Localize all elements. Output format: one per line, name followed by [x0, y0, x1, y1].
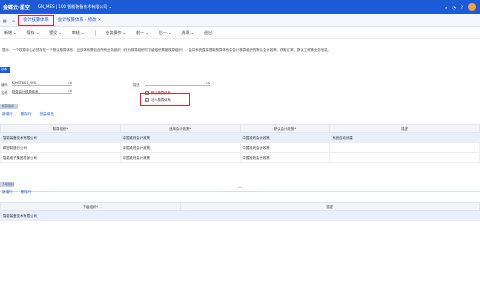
code-label: 编码 — [1, 83, 8, 87]
code-lang-tag: CN — [67, 81, 72, 85]
col-header[interactable]: 描述 — [179, 202, 480, 211]
tab-bar: ▦ ⌂ 会计核算体系 会计核算体系 - 修改 × — [0, 14, 480, 27]
delete-row-button[interactable]: 删除行 — [21, 112, 32, 117]
prev-button[interactable]: 前一 ⌄ — [136, 30, 149, 36]
batch-fill-button[interactable]: 批量填充 — [40, 112, 54, 117]
table-header: 核算组织* 适用会计政策* 默认会计政策* 描述 — [0, 124, 480, 133]
col-header[interactable]: 适用会计政策* — [119, 124, 241, 133]
highlight-frame — [140, 93, 190, 106]
tab-accounting-system[interactable]: 会计核算体系 — [18, 14, 54, 26]
table-cell[interactable]: 中国准则会计政策 — [239, 152, 331, 163]
delete-row-button[interactable]: 删除行 — [21, 190, 32, 195]
entry1-toolbar: 新增行 删除行 批量填充 — [0, 110, 54, 118]
col-header[interactable]: 下级组织* — [0, 202, 181, 211]
table-cell[interactable]: 精密制造分公司 — [0, 142, 121, 153]
home-icon[interactable]: ⌂ — [13, 18, 16, 23]
table-cell[interactable] — [179, 210, 480, 221]
accounting-orgs-table: 核算组织* 适用会计政策* 默认会计政策* 描述 智能装备技术有限公司 中国准则… — [0, 124, 480, 163]
table-row[interactable]: 智能装备技术有限公司 中国准则会计政策 中国准则会计政策 系统自动创建 — [0, 132, 480, 143]
desc-lang-tag: CN — [205, 81, 210, 85]
col-header[interactable]: 核算组织* — [0, 124, 121, 133]
name-label: 名称 — [1, 91, 8, 95]
name-field[interactable]: 财务会计核算体系 CN — [12, 89, 72, 94]
table-scrollbar[interactable]: ◂ ▸ — [0, 184, 480, 189]
table-cell[interactable]: 智能装备技术有限公司 — [0, 132, 121, 143]
save-button[interactable]: 保存 ⌄ — [27, 30, 40, 36]
grid-icon[interactable]: ▦ — [3, 18, 7, 23]
bell-icon[interactable]: ◔ — [452, 5, 456, 10]
section-accounting-orgs[interactable]: 核算组织 — [0, 104, 18, 109]
divider — [94, 30, 96, 36]
table-cell[interactable]: 智能电子集团总部公司 — [0, 152, 121, 163]
submit-button[interactable]: 提交 ⌄ — [49, 30, 62, 36]
audit-button[interactable]: 审核 ⌄ — [72, 30, 85, 36]
col-header[interactable]: 描述 — [329, 124, 480, 133]
col-header[interactable]: 默认会计政策* — [239, 124, 331, 133]
avatar[interactable] — [468, 3, 476, 11]
table-row[interactable]: 精密制造分公司 中国准则会计政策 中国准则会计政策 — [0, 142, 480, 153]
tab-accounting-system-edit[interactable]: 会计核算体系 - 修改 × — [54, 17, 106, 23]
table-cell[interactable] — [329, 152, 480, 163]
basic-form: 编码 KJHSTX01_SYS CN 名称 财务会计核算体系 CN 描述 CN … — [0, 79, 480, 104]
name-lang-tag: CN — [67, 89, 72, 93]
code-value: KJHSTX01_SYS — [12, 81, 37, 85]
code-field[interactable]: KJHSTX01_SYS CN — [12, 81, 72, 86]
next-button[interactable]: 后一 ⌄ — [159, 30, 172, 36]
table-cell[interactable]: 中国准则会计政策 — [239, 132, 331, 143]
table-cell[interactable]: 系统自动创建 — [329, 132, 480, 143]
table-row[interactable]: 智能电子集团总部公司 中国准则会计政策 中国准则会计政策 — [0, 152, 480, 163]
name-value: 财务会计核算体系 — [12, 90, 39, 94]
help-icon[interactable]: ? — [461, 5, 463, 10]
desc-field[interactable]: CN — [145, 81, 210, 86]
basic-section-chip[interactable]: 基本 — [0, 67, 10, 73]
org-selector[interactable]: GN_MES | 100 智能装备技术有限公司 ⌄ — [38, 4, 112, 10]
search-icon[interactable]: ⌕ — [445, 5, 447, 10]
hint-text: 提示：一个核算中心必须存在一个默认核算体系，且该体系需包含所有业务组织（作为核算… — [2, 47, 331, 52]
add-row-button[interactable]: 新增行 — [2, 112, 13, 117]
new-button[interactable]: 新增 ⌄ — [4, 30, 17, 36]
app-logo: 金蝶云·星空 — [3, 4, 30, 11]
table-header: 下级组织* 描述 — [0, 202, 480, 211]
table-cell[interactable]: 中国准则会计政策 — [239, 142, 331, 153]
business-ops-button[interactable]: 业务操作 ⌄ — [106, 30, 127, 36]
options-button[interactable]: 选项 ⌄ — [181, 30, 194, 36]
toolbar: 新增 ⌄ 保存 ⌄ 提交 ⌄ 审核 ⌄ 业务操作 ⌄ 前一 ⌄ 后一 ⌄ 选项 … — [0, 28, 480, 39]
table-cell[interactable]: 中国准则会计政策 — [119, 142, 241, 153]
exit-button[interactable]: 退出 — [204, 30, 212, 36]
table-cell[interactable]: 中国准则会计政策 — [119, 132, 241, 143]
top-bar: 金蝶云·星空 GN_MES | 100 智能装备技术有限公司 ⌄ ⌕ ◔ ? — [0, 0, 480, 14]
table-cell[interactable]: 智能装备技术有限公司 — [0, 210, 181, 221]
table-cell[interactable] — [329, 142, 480, 153]
section-subordinate-orgs[interactable]: 下级组织 — [0, 182, 14, 187]
tab-tools: ▦ ⌂ — [0, 18, 18, 23]
subordinate-orgs-table: 下级组织* 描述 智能装备技术有限公司 — [0, 202, 480, 221]
entry2-toolbar: 新增行 删除行 — [0, 188, 32, 196]
top-right-tools: ⌕ ◔ ? — [445, 3, 476, 11]
add-row-button[interactable]: 新增行 — [2, 190, 13, 195]
table-row[interactable]: 智能装备技术有限公司 — [0, 210, 480, 221]
table-cell[interactable]: 中国准则会计政策 — [119, 152, 241, 163]
desc-label: 描述 — [133, 83, 140, 87]
